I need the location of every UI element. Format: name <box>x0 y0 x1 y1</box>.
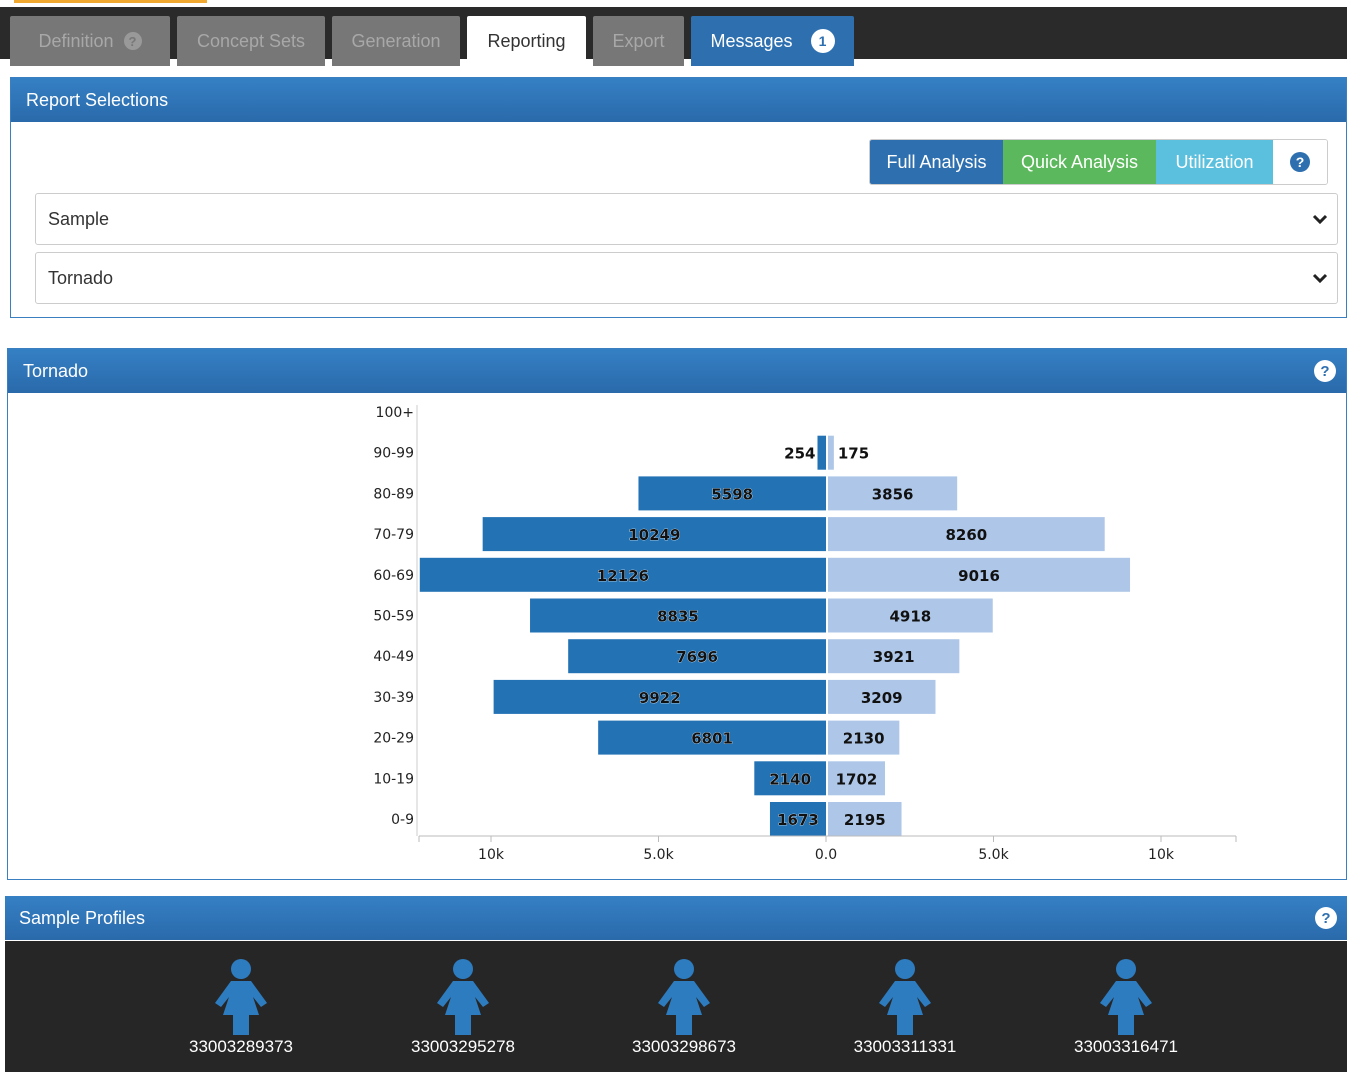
sample-profiles-panel: Sample Profiles ? <box>5 896 1347 942</box>
brand-accent <box>14 0 207 3</box>
profile-list: 33003289373 33003295278 33003298673 3300331… <box>5 941 1347 1072</box>
y-tick-label: 90-99 <box>373 446 414 462</box>
profile-item[interactable]: 33003295278 <box>393 959 533 1057</box>
male-value-label: 7696 <box>676 648 718 666</box>
female-value-label: 2130 <box>843 730 885 748</box>
tab-definition[interactable]: Definition? <box>10 16 170 66</box>
male-bar <box>817 435 826 470</box>
y-tick-label: 30-39 <box>373 690 414 706</box>
tornado-chart: 0-9 1673 2195 10-19 2140 1702 20-29 6801 2130 30-… <box>373 405 1237 863</box>
profile-item[interactable]: 33003298673 <box>614 959 754 1057</box>
panel-header: Sample Profiles ? <box>5 896 1347 940</box>
messages-count-badge: 1 <box>810 29 835 53</box>
female-person-icon <box>215 959 267 1035</box>
y-tick-label: 10-19 <box>373 771 414 787</box>
female-person-icon <box>437 959 489 1035</box>
help-icon[interactable]: ? <box>1314 360 1336 382</box>
female-value-label: 175 <box>838 445 869 463</box>
female-person-icon <box>658 959 710 1035</box>
male-value-label: 5598 <box>711 485 753 503</box>
help-icon[interactable]: ? <box>1315 907 1337 929</box>
female-bar <box>828 435 834 470</box>
source-select[interactable]: Sample <box>35 193 1338 245</box>
female-person-icon <box>879 959 931 1035</box>
y-tick-label: 80-89 <box>373 486 414 502</box>
utilization-button[interactable]: Utilization <box>1156 140 1273 184</box>
selected-value: Sample <box>48 208 110 229</box>
female-person-icon <box>1100 959 1152 1035</box>
panel-header: Report Selections <box>11 78 1346 122</box>
panel-header: Tornado ? <box>8 349 1346 393</box>
help-icon[interactable]: ? <box>123 32 142 50</box>
x-tick-label: 10k <box>478 847 505 863</box>
tab-export[interactable]: Export <box>593 16 684 66</box>
tab-label: Concept Sets <box>196 30 306 51</box>
tab-label: Generation <box>351 30 441 51</box>
female-value-label: 4918 <box>890 608 932 626</box>
y-tick-label: 50-59 <box>373 609 414 625</box>
panel-title: Report Selections <box>26 89 169 110</box>
y-tick-label: 100+ <box>376 405 414 421</box>
report-select[interactable]: Tornado <box>35 252 1338 304</box>
quick-analysis-button[interactable]: Quick Analysis <box>1003 140 1156 184</box>
tab-bar: Definition? Concept Sets Generation Repo… <box>0 7 1347 66</box>
profile-id: 33003316471 <box>1073 1037 1178 1056</box>
top-strip <box>0 0 1347 7</box>
male-value-label: 6801 <box>691 730 733 748</box>
male-value-label: 8835 <box>657 608 699 626</box>
tornado-panel: Tornado ? 0-9 1673 2195 10-19 2140 1702 20-29 6… <box>7 348 1347 880</box>
female-value-label: 1702 <box>836 770 878 788</box>
male-value-label: 254 <box>784 445 815 463</box>
male-value-label: 1673 <box>777 811 819 829</box>
x-tick-label: 5.0k <box>643 847 674 863</box>
profile-item[interactable]: 33003289373 <box>171 959 311 1057</box>
male-value-label: 10249 <box>628 526 680 544</box>
tab-reporting[interactable]: Reporting <box>467 16 586 66</box>
male-value-label: 12126 <box>597 567 649 585</box>
profile-item[interactable]: 33003311331 <box>835 959 975 1057</box>
full-analysis-button[interactable]: Full Analysis <box>870 140 1003 184</box>
tab-label: Messages <box>710 30 793 51</box>
panel-title: Sample Profiles <box>19 907 146 928</box>
tab-messages[interactable]: Messages 1 <box>691 16 854 66</box>
tab-label: Definition <box>38 30 114 51</box>
tab-label: Reporting <box>487 30 566 51</box>
female-value-label: 8260 <box>945 526 987 544</box>
selected-value: Tornado <box>48 267 114 288</box>
tab-label: Export <box>612 30 665 51</box>
report-selections-panel: Report Selections Full Analysis Quick An… <box>10 77 1347 318</box>
tab-generation[interactable]: Generation <box>332 16 460 66</box>
female-value-label: 9016 <box>958 567 1000 585</box>
profile-id: 33003289373 <box>188 1037 293 1056</box>
female-value-label: 2195 <box>844 811 886 829</box>
y-tick-label: 70-79 <box>373 527 414 543</box>
y-tick-label: 40-49 <box>373 649 414 665</box>
female-value-label: 3856 <box>872 485 914 503</box>
y-tick-label: 0-9 <box>391 812 414 828</box>
female-value-label: 3921 <box>873 648 915 666</box>
panel-title: Tornado <box>23 360 89 381</box>
y-tick-label: 20-29 <box>373 731 414 747</box>
male-value-label: 9922 <box>639 689 681 707</box>
profile-item[interactable]: 33003316471 <box>1056 959 1196 1057</box>
male-value-label: 2140 <box>769 770 811 788</box>
profile-id: 33003295278 <box>410 1037 515 1056</box>
tab-concept-sets[interactable]: Concept Sets <box>177 16 325 66</box>
help-button[interactable]: ? <box>1273 140 1327 184</box>
help-icon: ? <box>1290 152 1310 172</box>
y-tick-label: 60-69 <box>373 568 414 584</box>
analysis-button-group: Full Analysis Quick Analysis Utilization… <box>869 139 1328 185</box>
x-tick-label: 10k <box>1148 847 1175 863</box>
female-value-label: 3209 <box>861 689 903 707</box>
x-tick-label: 0.0 <box>815 847 837 863</box>
x-tick-label: 5.0k <box>978 847 1009 863</box>
profile-id: 33003298673 <box>631 1037 736 1056</box>
profile-id: 33003311331 <box>853 1037 957 1056</box>
chevron-down-icon <box>1312 214 1328 225</box>
chevron-down-icon <box>1312 273 1328 284</box>
